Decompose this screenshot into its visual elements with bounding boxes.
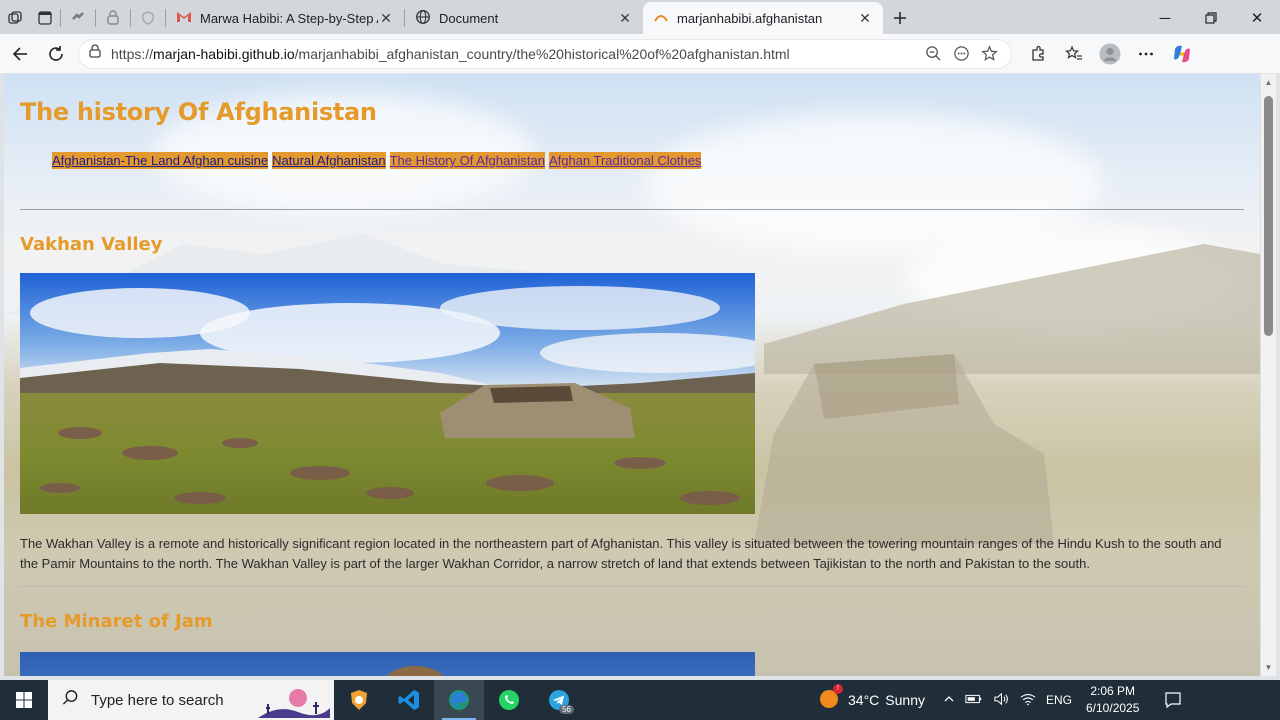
- pinned-tab-puzzle-icon[interactable]: [61, 2, 95, 34]
- url-text[interactable]: https://marjan-habibi.github.io/marjanha…: [111, 46, 919, 62]
- search-placeholder: Type here to search: [91, 691, 224, 709]
- tab-title: Document: [439, 10, 499, 26]
- clock-date: 6/10/2025: [1086, 701, 1140, 715]
- gmail-icon: [176, 9, 192, 28]
- favorite-star-icon[interactable]: [975, 41, 1003, 67]
- system-clock[interactable]: 2:06 PM 6/10/2025: [1086, 683, 1139, 717]
- main-nav: Afghanistan-The Land Afghan cuisine Natu…: [52, 152, 1244, 169]
- close-tab-icon[interactable]: ✕: [617, 10, 633, 26]
- taskbar-brave-icon[interactable]: [334, 680, 384, 720]
- address-bar[interactable]: https://marjan-habibi.github.io/marjanha…: [78, 38, 1012, 69]
- battery-icon[interactable]: [965, 693, 983, 708]
- page-content: The history Of Afghanistan Afghanistan-T…: [20, 74, 1244, 676]
- globe-icon: [415, 9, 431, 28]
- read-aloud-icon[interactable]: [947, 41, 975, 67]
- extensions-icon[interactable]: [1020, 38, 1056, 70]
- weather-condition: Sunny: [885, 692, 925, 708]
- windows-taskbar: Type here to search 56 ! 34°C Sunny ENG …: [0, 680, 1280, 720]
- nav-link-land-cuisine[interactable]: Afghanistan-The Land Afghan cuisine: [52, 152, 269, 169]
- telegram-unread-badge: 56: [559, 705, 574, 714]
- divider: [20, 586, 1244, 587]
- pinned-tab-lock-icon[interactable]: [96, 2, 130, 34]
- page-viewport[interactable]: The history Of Afghanistan Afghanistan-T…: [4, 74, 1260, 676]
- browser-toolbar: https://marjan-habibi.github.io/marjanha…: [0, 34, 1280, 74]
- search-icon: [62, 689, 79, 711]
- tab-strip: Marwa Habibi: A Step-by-Step AI ✕ Docume…: [0, 0, 1280, 34]
- close-tab-icon[interactable]: ✕: [378, 10, 394, 26]
- nav-link-history[interactable]: The History Of Afghanistan: [389, 152, 545, 169]
- wifi-icon[interactable]: [1020, 692, 1036, 709]
- page-scrollbar[interactable]: ▲ ▼: [1261, 74, 1276, 676]
- taskbar-telegram-icon[interactable]: 56: [534, 680, 584, 720]
- restore-button[interactable]: [1188, 2, 1234, 34]
- vakhan-valley-photo: [20, 273, 755, 514]
- refresh-button[interactable]: [38, 38, 74, 70]
- back-button[interactable]: [2, 38, 38, 70]
- tab-marwa[interactable]: Marwa Habibi: A Step-by-Step AI ✕: [166, 2, 404, 34]
- pinned-tab-shield-icon[interactable]: [131, 2, 165, 34]
- tab-title: Marwa Habibi: A Step-by-Step AI: [200, 10, 378, 26]
- notification-center-icon[interactable]: [1153, 680, 1193, 720]
- nav-link-traditional-clothes[interactable]: Afghan Traditional Clothes: [548, 152, 702, 169]
- page-title: The history Of Afghanistan: [20, 98, 377, 126]
- language-indicator[interactable]: ENG: [1046, 693, 1072, 707]
- copilot-icon[interactable]: [1164, 38, 1200, 70]
- favorites-icon[interactable]: [1056, 38, 1092, 70]
- tab-title: marjanhabibi.afghanistan: [677, 10, 823, 26]
- chevron-up-icon[interactable]: [943, 693, 955, 708]
- zoom-out-icon[interactable]: [919, 41, 947, 67]
- tab-document[interactable]: Document ✕: [405, 2, 643, 34]
- section-heading-minaret: The Minaret of Jam: [20, 611, 213, 632]
- taskbar-whatsapp-icon[interactable]: [484, 680, 534, 720]
- search-highlight-illustration-icon: [258, 689, 330, 718]
- scroll-up-arrow[interactable]: ▲: [1264, 78, 1273, 87]
- minimize-button[interactable]: ─: [1142, 2, 1188, 34]
- divider: [20, 209, 1244, 210]
- tab-marjanhabibi[interactable]: marjanhabibi.afghanistan ✕: [643, 2, 883, 34]
- close-tab-icon[interactable]: ✕: [857, 10, 873, 26]
- system-tray: ENG: [943, 692, 1072, 709]
- weather-temperature: 34°C: [848, 692, 880, 708]
- section-heading-vakhan: Vakhan Valley: [20, 234, 163, 255]
- weather-widget[interactable]: ! 34°C Sunny: [818, 683, 925, 713]
- taskbar-search-box[interactable]: Type here to search: [48, 680, 334, 720]
- start-button[interactable]: [0, 680, 48, 720]
- profile-avatar[interactable]: [1092, 38, 1128, 70]
- site-info-icon[interactable]: [87, 43, 103, 64]
- taskbar-edge-icon[interactable]: [434, 680, 484, 720]
- new-tab-button[interactable]: [883, 2, 917, 34]
- nav-link-natural-afghanistan[interactable]: Natural Afghanistan: [272, 152, 386, 169]
- vakhan-description: The Wakhan Valley is a remote and histor…: [20, 536, 1222, 571]
- site-icon: [653, 9, 669, 28]
- volume-icon[interactable]: [993, 692, 1010, 709]
- close-window-button[interactable]: ✕: [1234, 2, 1280, 34]
- weather-alert-icon: !: [833, 683, 843, 694]
- sun-icon: !: [818, 683, 843, 713]
- clock-time: 2:06 PM: [1090, 684, 1136, 698]
- scroll-down-arrow[interactable]: ▼: [1264, 663, 1273, 672]
- taskbar-vscode-icon[interactable]: [384, 680, 434, 720]
- tab-actions-icon[interactable]: [30, 2, 60, 34]
- more-menu-icon[interactable]: [1128, 38, 1164, 70]
- workspaces-icon[interactable]: [0, 2, 30, 34]
- minaret-of-jam-photo: [20, 652, 755, 676]
- scroll-thumb[interactable]: [1264, 96, 1273, 336]
